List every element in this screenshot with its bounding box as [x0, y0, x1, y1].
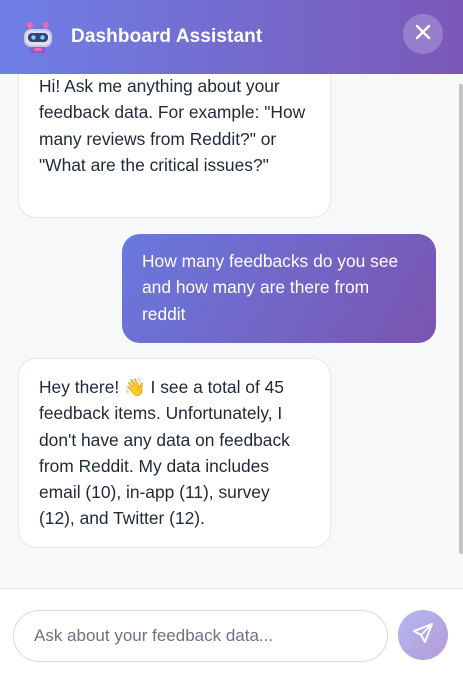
close-button[interactable] [403, 14, 443, 54]
close-icon [414, 23, 432, 46]
chat-title: Dashboard Assistant [71, 26, 263, 47]
message-text: How many feedbacks do you see and how ma… [142, 251, 399, 324]
assistant-message: Hi! Ask me anything about your feedback … [18, 74, 331, 218]
user-message: How many feedbacks do you see and how ma… [122, 234, 436, 343]
assistant-message: Hey there! 👋 I see a total of 45 feedbac… [18, 358, 331, 548]
chat-panel: Dashboard Assistant Hi! Ask me anything … [0, 0, 463, 674]
message-list[interactable]: Hi! Ask me anything about your feedback … [0, 74, 463, 588]
scrollbar[interactable] [459, 74, 463, 588]
robot-icon [20, 19, 56, 55]
chat-header: Dashboard Assistant [0, 0, 463, 74]
message-input[interactable] [13, 610, 388, 662]
message-text: Hi! Ask me anything about your feedback … [39, 76, 306, 175]
send-button[interactable] [398, 610, 448, 660]
composer [0, 588, 463, 674]
scrollbar-thumb[interactable] [459, 84, 463, 554]
send-icon [411, 621, 435, 650]
message-text: Hey there! 👋 I see a total of 45 feedbac… [39, 377, 290, 529]
